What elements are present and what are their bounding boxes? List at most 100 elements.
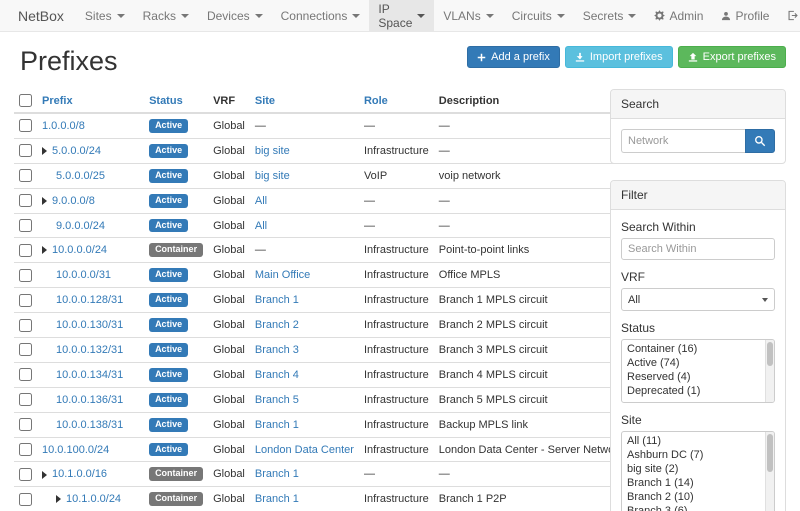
site-link[interactable]: All — [255, 195, 267, 207]
column-header-site[interactable]: Site — [250, 89, 359, 113]
status-badge: Active — [149, 418, 188, 432]
table-row: 5.0.0.0/24ActiveGlobalbig siteInfrastruc… — [14, 138, 628, 163]
filter-option[interactable]: Branch 3 (6) — [622, 504, 774, 511]
export-prefixes-button[interactable]: Export prefixes — [678, 46, 786, 68]
filter-option[interactable]: Ashburn DC (7) — [622, 448, 774, 462]
column-header-status[interactable]: Status — [144, 89, 208, 113]
search-input[interactable] — [621, 129, 745, 153]
row-checkbox[interactable] — [19, 368, 32, 381]
column-header-role[interactable]: Role — [359, 89, 434, 113]
role-cell: — — [359, 188, 434, 213]
row-checkbox[interactable] — [19, 294, 32, 307]
site-link[interactable]: Branch 4 — [255, 369, 299, 381]
chevron-down-icon — [181, 14, 189, 18]
site-link[interactable]: Branch 1 — [255, 419, 299, 431]
row-checkbox[interactable] — [19, 269, 32, 282]
row-checkbox[interactable] — [19, 319, 32, 332]
scrollbar-thumb[interactable] — [767, 434, 773, 472]
filter-option[interactable]: Active (74) — [622, 356, 774, 370]
nav-item-label: Profile — [735, 9, 769, 23]
search-button[interactable] — [745, 129, 775, 153]
row-checkbox[interactable] — [19, 493, 32, 506]
filter-option[interactable]: All (11) — [622, 434, 774, 448]
prefix-link[interactable]: 10.0.0.130/31 — [56, 319, 123, 331]
filter-option[interactable]: Branch 1 (14) — [622, 476, 774, 490]
nav-item-vlans[interactable]: VLANs — [434, 0, 502, 31]
row-checkbox[interactable] — [19, 144, 32, 157]
row-checkbox[interactable] — [19, 119, 32, 132]
nav-item-circuits[interactable]: Circuits — [503, 0, 574, 31]
row-checkbox[interactable] — [19, 219, 32, 232]
prefix-link[interactable]: 10.0.0.132/31 — [56, 344, 123, 356]
site-link[interactable]: Branch 3 — [255, 344, 299, 356]
vrf-select[interactable]: All — [621, 288, 775, 311]
site-link[interactable]: Main Office — [255, 269, 310, 281]
scrollbar[interactable] — [765, 432, 774, 511]
prefix-link[interactable]: 5.0.0.0/25 — [56, 170, 105, 182]
select-all-checkbox[interactable] — [19, 94, 32, 107]
filter-option[interactable]: Reserved (4) — [622, 370, 774, 384]
filter-option[interactable]: Branch 2 (10) — [622, 490, 774, 504]
site-link[interactable]: big site — [255, 170, 290, 182]
prefix-link[interactable]: 5.0.0.0/24 — [52, 145, 101, 157]
site-link[interactable]: Branch 1 — [255, 468, 299, 480]
filter-option[interactable]: Deprecated (1) — [622, 384, 774, 398]
nav-item-admin[interactable]: Admin — [645, 0, 712, 31]
site-link[interactable]: Branch 5 — [255, 394, 299, 406]
column-header-prefix[interactable]: Prefix — [37, 89, 144, 113]
row-checkbox[interactable] — [19, 393, 32, 406]
site-link[interactable]: London Data Center — [255, 444, 354, 456]
prefix-link[interactable]: 1.0.0.0/8 — [42, 120, 85, 132]
prefix-table: PrefixStatusVRFSiteRoleDescription 1.0.0… — [14, 89, 596, 511]
prefix-link[interactable]: 10.1.0.0/24 — [66, 493, 121, 505]
nav-item-profile[interactable]: Profile — [712, 0, 778, 31]
scrollbar-thumb[interactable] — [767, 342, 773, 366]
prefix-cell: 10.0.0.0/24 — [37, 238, 144, 263]
prefix-link[interactable]: 9.0.0.0/24 — [56, 220, 105, 232]
add-a-prefix-button[interactable]: Add a prefix — [467, 46, 560, 68]
row-checkbox[interactable] — [19, 443, 32, 456]
prefix-link[interactable]: 9.0.0.0/8 — [52, 195, 95, 207]
filter-option[interactable]: Container (16) — [622, 342, 774, 356]
nav-item-ip-space[interactable]: IP Space — [369, 0, 434, 31]
row-checkbox[interactable] — [19, 169, 32, 182]
prefix-link[interactable]: 10.0.0.0/31 — [56, 269, 111, 281]
expand-icon[interactable] — [42, 147, 47, 155]
nav-item-racks[interactable]: Racks — [134, 0, 198, 31]
row-checkbox[interactable] — [19, 244, 32, 257]
nav-item-sites[interactable]: Sites — [76, 0, 134, 31]
row-checkbox[interactable] — [19, 343, 32, 356]
nav-item-log-out[interactable]: Log out — [778, 0, 800, 31]
prefix-link[interactable]: 10.0.0.138/31 — [56, 419, 123, 431]
row-checkbox[interactable] — [19, 468, 32, 481]
nav-item-devices[interactable]: Devices — [198, 0, 272, 31]
nav-item-secrets[interactable]: Secrets — [574, 0, 646, 31]
import-prefixes-button[interactable]: Import prefixes — [565, 46, 673, 68]
expand-icon[interactable] — [42, 197, 47, 205]
prefix-link[interactable]: 10.0.100.0/24 — [42, 444, 109, 456]
row-checkbox[interactable] — [19, 418, 32, 431]
prefix-link[interactable]: 10.0.0.136/31 — [56, 394, 123, 406]
status-label: Status — [621, 321, 775, 335]
nav-item-connections[interactable]: Connections — [272, 0, 370, 31]
status-multiselect[interactable]: Container (16)Active (74)Reserved (4)Dep… — [621, 339, 775, 403]
expand-icon[interactable] — [42, 246, 47, 254]
prefix-link[interactable]: 10.0.0.128/31 — [56, 294, 123, 306]
scrollbar[interactable] — [765, 340, 774, 402]
row-checkbox[interactable] — [19, 194, 32, 207]
site-multiselect[interactable]: All (11)Ashburn DC (7)big site (2)Branch… — [621, 431, 775, 511]
site-link[interactable]: Branch 1 — [255, 493, 299, 505]
site-link[interactable]: Branch 1 — [255, 294, 299, 306]
prefix-link[interactable]: 10.0.0.0/24 — [52, 244, 107, 256]
brand[interactable]: NetBox — [6, 0, 76, 31]
filter-option[interactable]: big site (2) — [622, 462, 774, 476]
site-link[interactable]: Branch 2 — [255, 319, 299, 331]
prefix-link[interactable]: 10.1.0.0/16 — [52, 468, 107, 480]
search-within-input[interactable] — [621, 238, 775, 260]
prefix-link[interactable]: 10.0.0.134/31 — [56, 369, 123, 381]
expand-icon[interactable] — [42, 471, 47, 479]
site-link[interactable]: big site — [255, 145, 290, 157]
site-link[interactable]: All — [255, 220, 267, 232]
table-row: 10.0.0.136/31ActiveGlobalBranch 5Infrast… — [14, 387, 628, 412]
expand-icon[interactable] — [56, 495, 61, 503]
